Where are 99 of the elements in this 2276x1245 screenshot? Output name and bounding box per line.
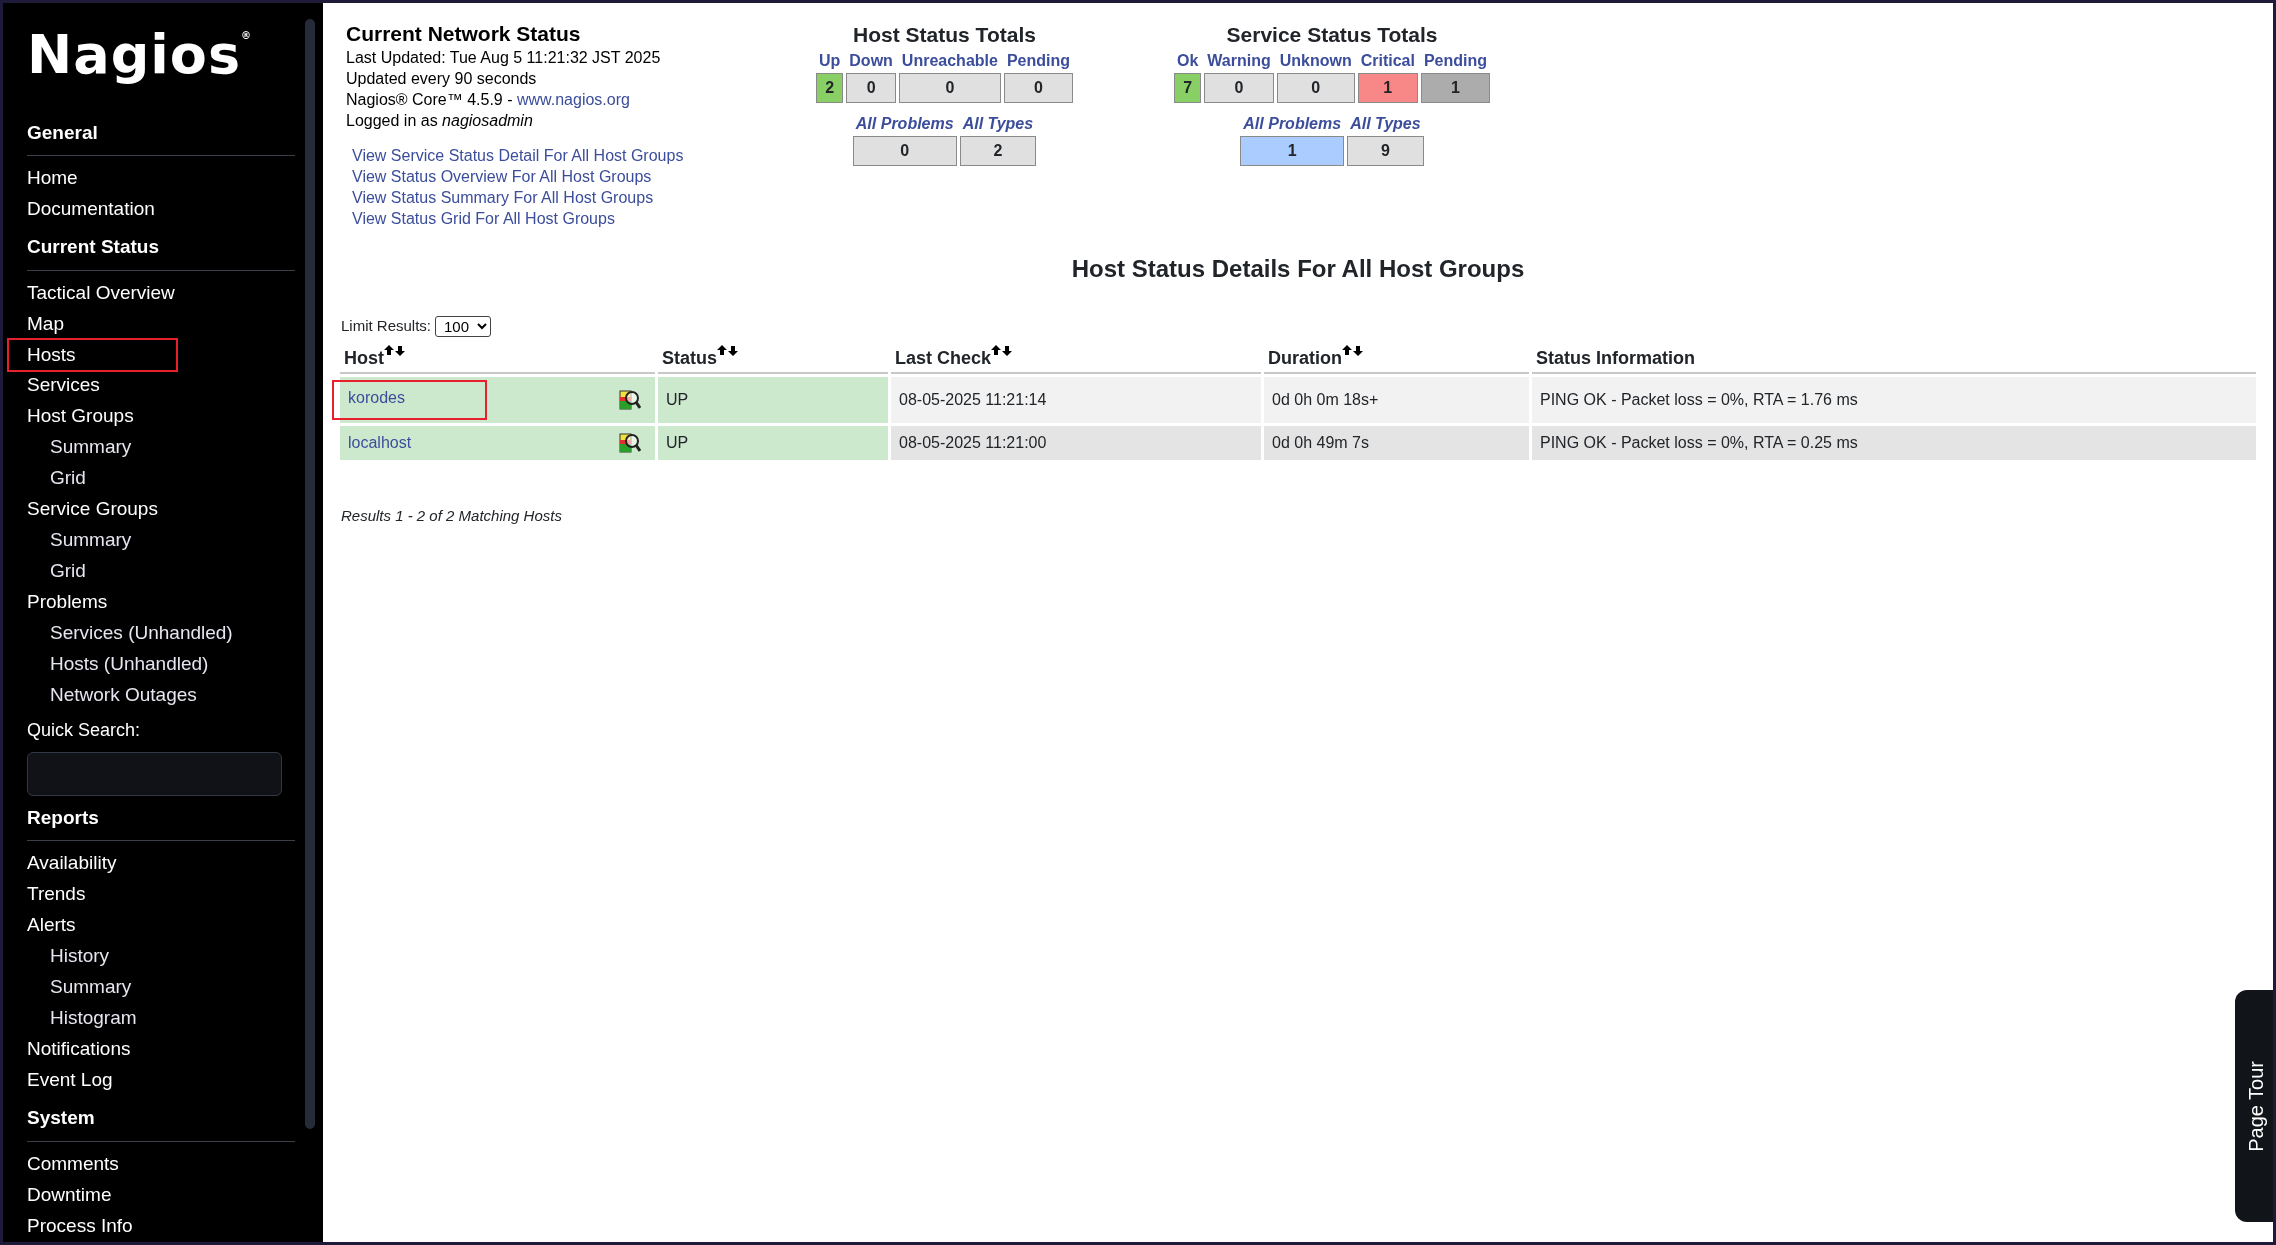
- nav-link[interactable]: Alerts: [27, 910, 76, 941]
- status-link[interactable]: View Status Grid For All Host Groups: [352, 208, 767, 229]
- nav-link[interactable]: Service Groups: [27, 493, 158, 525]
- sort-arrows-icon[interactable]: [717, 344, 739, 357]
- nav-link[interactable]: Host Groups: [27, 400, 134, 432]
- nav-link[interactable]: Tactical Overview: [27, 277, 175, 309]
- table-cell: 0d 0h 0m 18s+: [1264, 376, 1529, 423]
- count-cell[interactable]: 0: [1003, 73, 1073, 103]
- state-link[interactable]: Up: [816, 52, 844, 70]
- total-link[interactable]: All Problems: [852, 115, 957, 133]
- section-title: Host Status Totals: [852, 22, 1037, 48]
- nav-link[interactable]: Grid: [50, 555, 86, 587]
- nav-link[interactable]: Problems: [27, 586, 108, 618]
- table-cell: 0d 0h 49m 7s: [1264, 425, 1529, 460]
- count-cell[interactable]: 1: [1357, 73, 1418, 103]
- section-title: Current Network Status: [346, 21, 582, 47]
- column-header[interactable]: Duration: [1264, 342, 1529, 374]
- section-heading: Reports: [27, 803, 295, 841]
- status-chart-icon[interactable]: [619, 431, 641, 454]
- state-link[interactable]: Unreachable: [898, 52, 1001, 70]
- nav-link[interactable]: History: [50, 941, 110, 972]
- section-title: Service Status Totals: [1225, 22, 1439, 48]
- state-link[interactable]: Down: [846, 52, 896, 70]
- total-link[interactable]: All Types: [959, 115, 1037, 133]
- table-cell: 08-05-2025 11:21:14: [891, 376, 1261, 423]
- count-cell[interactable]: 7: [1173, 73, 1202, 103]
- results-text: Results 1 - 2 of 2 Matching Hosts: [341, 505, 563, 526]
- count-cell[interactable]: 2: [959, 136, 1037, 166]
- sort-arrows-icon[interactable]: [991, 344, 1014, 357]
- count-cell[interactable]: 1: [1240, 136, 1345, 166]
- status-link[interactable]: View Status Summary For All Host Groups: [352, 187, 767, 208]
- table-cell: PING OK - Packet loss = 0%, RTA = 0.25 ms: [1532, 425, 2256, 460]
- page-tour-tab[interactable]: Page Tour: [2235, 990, 2273, 1222]
- section-heading: General: [27, 118, 295, 156]
- count-cell[interactable]: 0: [1276, 73, 1355, 103]
- state-link[interactable]: Unknown: [1276, 52, 1355, 70]
- nav-link[interactable]: Services: [27, 369, 100, 401]
- status-text: Last Updated: Tue Aug 5 11:21:32 JST 2025: [346, 48, 662, 68]
- status-link[interactable]: View Service Status Detail For All Host Groups: [352, 145, 767, 166]
- nav-link[interactable]: Summary: [50, 524, 132, 556]
- nav-link[interactable]: Summary: [50, 972, 132, 1003]
- limit-dropdown[interactable]: 100: [435, 315, 492, 337]
- nav-link[interactable]: Process Info: [27, 1210, 133, 1242]
- count-cell[interactable]: 0: [898, 73, 1001, 103]
- count-cell[interactable]: 2: [816, 73, 844, 103]
- column-header[interactable]: Host: [340, 342, 655, 374]
- count-cell[interactable]: 0: [1204, 73, 1274, 103]
- nagios-logo: Nagios®: [27, 22, 253, 88]
- count-cell[interactable]: 9: [1347, 136, 1424, 166]
- nav-link[interactable]: Documentation: [27, 194, 155, 225]
- nav-link[interactable]: Map: [27, 308, 64, 340]
- section-heading: System: [27, 1104, 295, 1142]
- status-chart-icon[interactable]: [619, 388, 641, 411]
- nav-link[interactable]: Summary: [50, 431, 132, 463]
- nav-link[interactable]: Notifications: [27, 1034, 131, 1065]
- status-cell: UP: [658, 425, 888, 460]
- total-link[interactable]: All Problems: [1240, 115, 1345, 133]
- host-link[interactable]: localhost: [348, 430, 412, 455]
- version-text: Nagios® Core™ 4.5.9 - www.nagios.org: [346, 90, 631, 110]
- search-field[interactable]: [27, 751, 282, 796]
- website-link[interactable]: www.nagios.org: [516, 91, 630, 108]
- login-text: Logged in as nagiosadmin: [346, 111, 534, 131]
- column-header[interactable]: Status: [658, 342, 888, 374]
- host-link[interactable]: korodes: [334, 381, 485, 418]
- nav-link[interactable]: Trends: [27, 879, 86, 910]
- status-cell: UP: [658, 376, 888, 423]
- nav-link[interactable]: Downtime: [27, 1179, 112, 1211]
- nav-link[interactable]: Comments: [27, 1148, 119, 1180]
- state-link[interactable]: Pending: [1003, 52, 1073, 70]
- count-cell[interactable]: 1: [1420, 73, 1491, 103]
- column-header[interactable]: Last Check: [891, 342, 1261, 374]
- total-link[interactable]: All Types: [1347, 115, 1424, 133]
- nav-link[interactable]: Histogram: [50, 1003, 137, 1034]
- state-link[interactable]: Warning: [1204, 52, 1274, 70]
- sort-arrows-icon[interactable]: [1342, 344, 1364, 357]
- sort-arrows-icon[interactable]: [384, 344, 406, 357]
- nav-link[interactable]: Hosts (Unhandled): [50, 648, 209, 680]
- table-cell: 08-05-2025 11:21:00: [891, 425, 1261, 460]
- nav-link[interactable]: Network Outages: [50, 679, 197, 711]
- field-label: Quick Search:: [27, 718, 142, 742]
- page-heading: Host Status Details For All Host Groups: [1070, 254, 1526, 284]
- nav-link[interactable]: Availability: [27, 848, 117, 879]
- count-cell[interactable]: 0: [846, 73, 896, 103]
- state-link[interactable]: Pending: [1420, 52, 1491, 70]
- state-link[interactable]: Ok: [1173, 52, 1202, 70]
- nav-link[interactable]: Home: [27, 163, 78, 194]
- status-link[interactable]: View Status Overview For All Host Groups: [352, 166, 767, 187]
- nav-link[interactable]: Event Log: [27, 1065, 113, 1096]
- column-header: Status Information: [1532, 342, 2256, 374]
- table-cell: PING OK - Packet loss = 0%, RTA = 1.76 ms: [1532, 376, 2256, 423]
- field-label: Limit Results:: [341, 316, 432, 336]
- scrollbar[interactable]: [305, 19, 315, 1129]
- nav-link[interactable]: Services (Unhandled): [50, 617, 233, 649]
- section-heading: Current Status: [27, 233, 295, 271]
- nav-link[interactable]: Hosts: [9, 339, 176, 370]
- status-text: Updated every 90 seconds: [346, 69, 538, 89]
- count-cell[interactable]: 0: [852, 136, 957, 166]
- nav-link[interactable]: Grid: [50, 462, 86, 494]
- state-link[interactable]: Critical: [1357, 52, 1418, 70]
